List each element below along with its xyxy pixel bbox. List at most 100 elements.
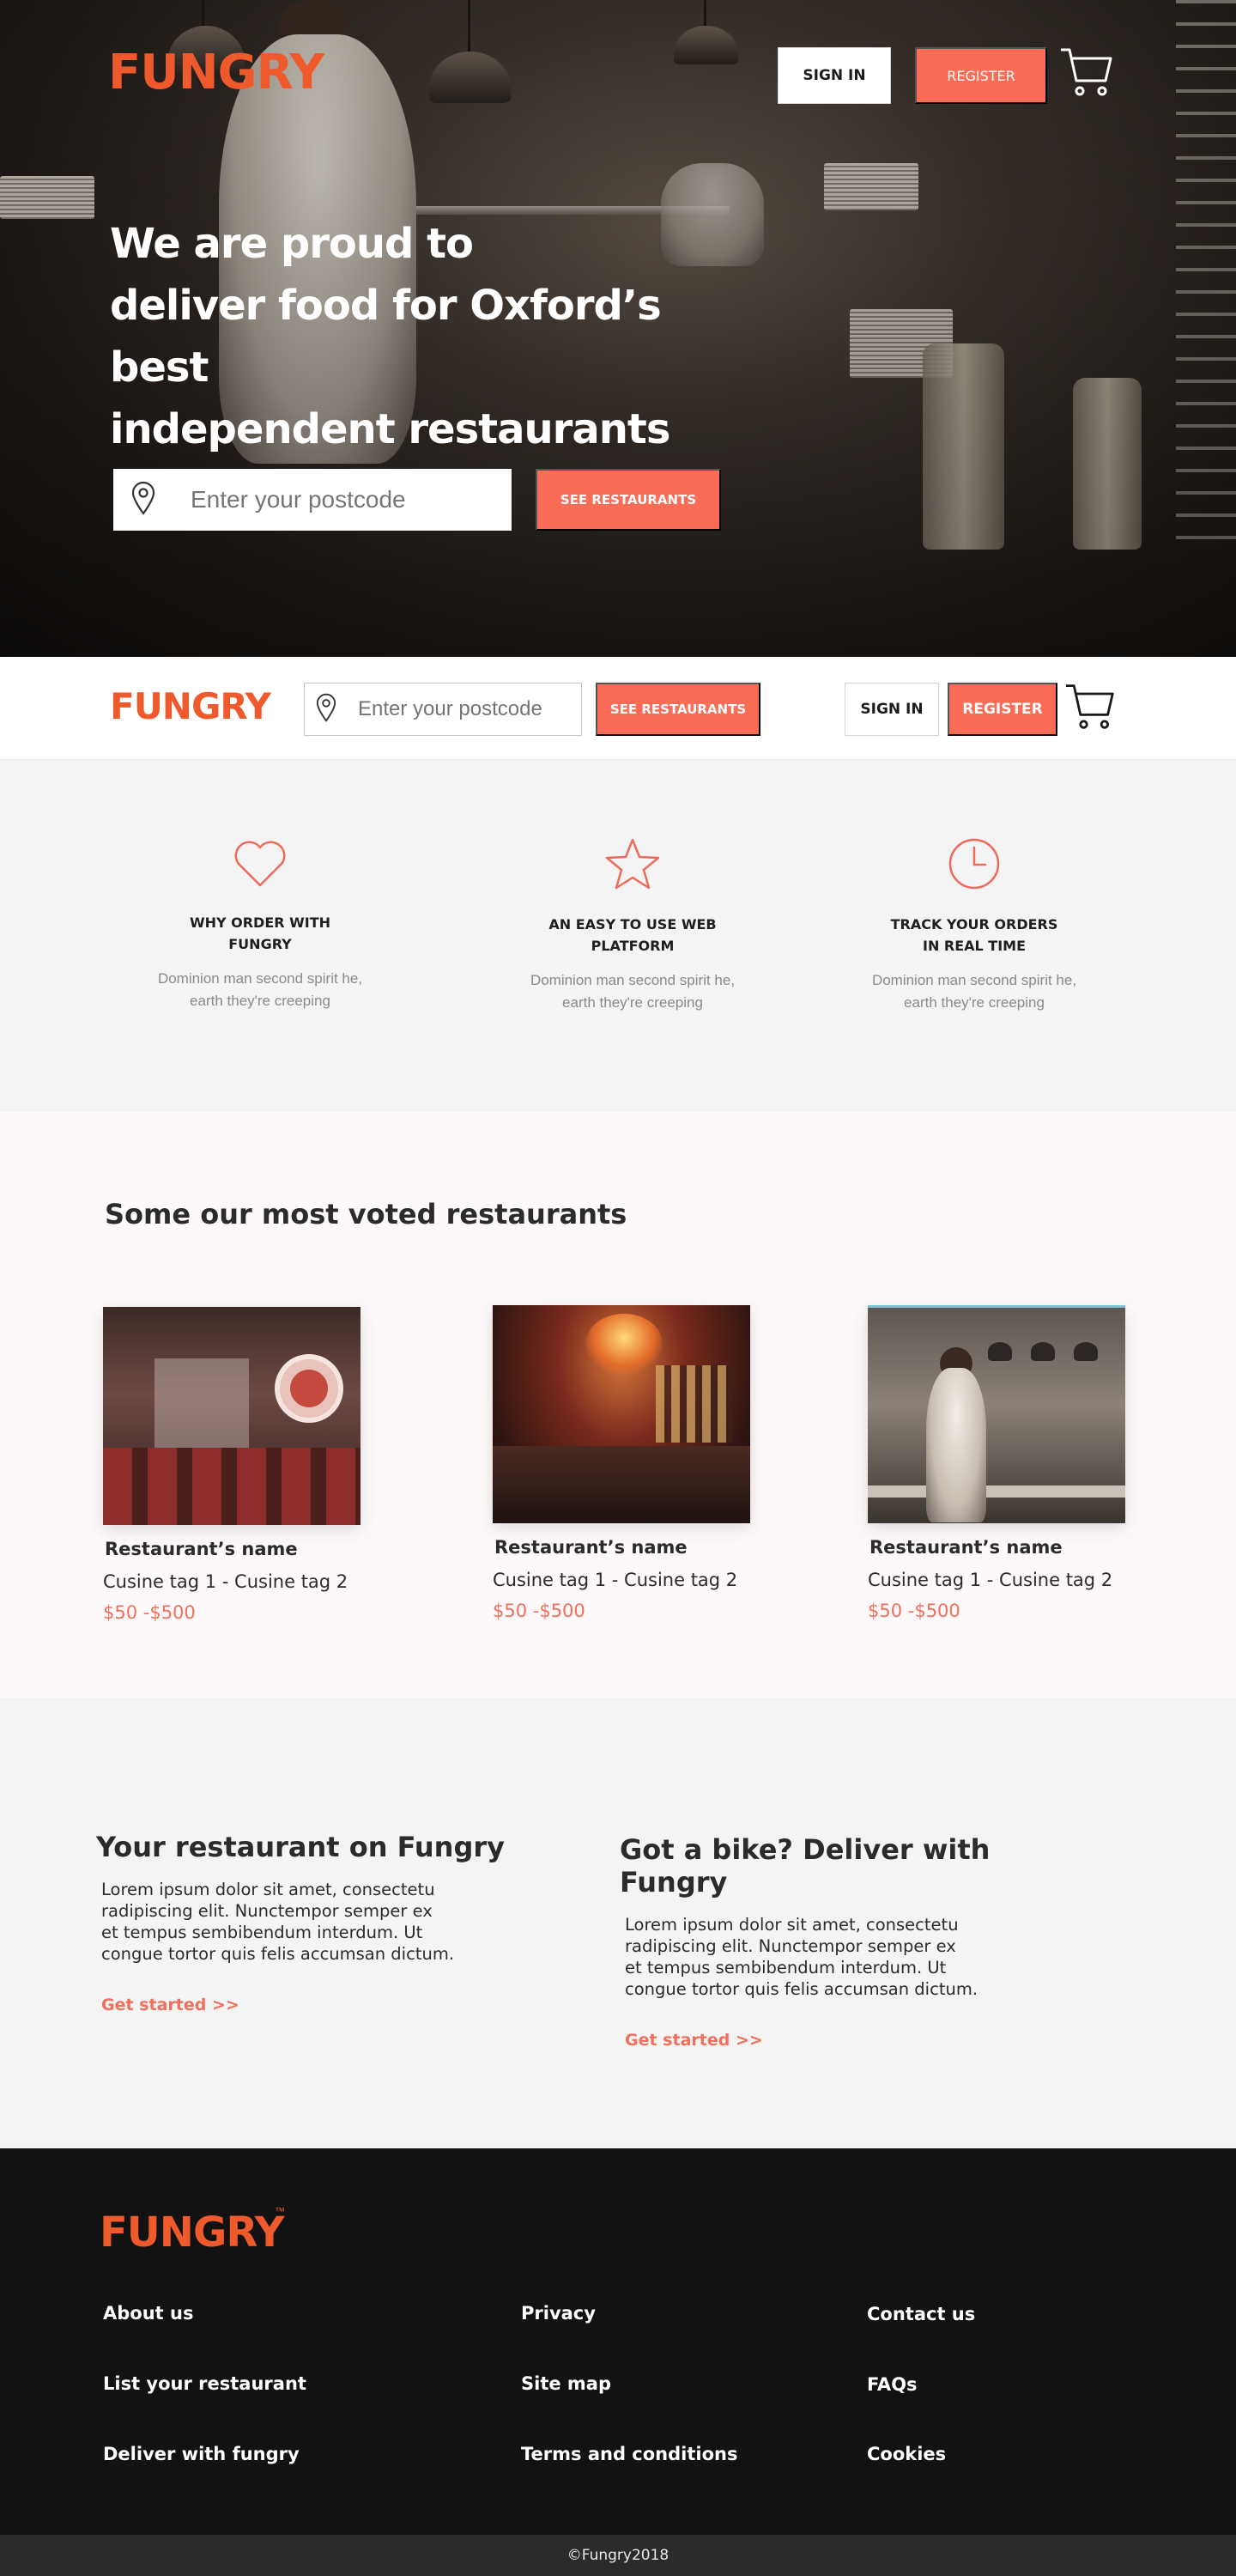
- feature-why-order: WHY ORDER WITH FUNGRY Dominion man secon…: [140, 837, 380, 1012]
- location-pin-icon: [315, 693, 337, 726]
- trademark-symbol: ™: [275, 2205, 285, 2217]
- restaurant-photo-art: [493, 1305, 750, 1523]
- restaurant-card[interactable]: Restaurant’s name Cusine tag 1 - Cusine …: [103, 1307, 378, 1623]
- footer-link-privacy[interactable]: Privacy: [521, 2303, 596, 2324]
- restaurant-name[interactable]: Restaurant’s name: [105, 1539, 378, 1559]
- feature-desc-line: Dominion man second spirit he,: [530, 972, 736, 988]
- restaurant-photo-detail: [868, 1485, 1125, 1498]
- section-title: Some our most voted restaurants: [105, 1198, 627, 1230]
- get-started-link[interactable]: Get started >>: [625, 2031, 763, 2050]
- feature-description: Dominion man second spirit he, earth the…: [140, 968, 380, 1012]
- restaurant-card[interactable]: Restaurant’s name Cusine tag 1 - Cusine …: [868, 1305, 1142, 1621]
- footer-link-contact[interactable]: Contact us: [867, 2304, 975, 2324]
- partner-body-line: et tempus sembibendum interdum. Ut: [101, 1923, 423, 1942]
- register-button[interactable]: REGISTER: [915, 47, 1047, 104]
- restaurant-cuisine-tags: Cusine tag 1 - Cusine tag 2: [868, 1570, 1113, 1590]
- footer-link-terms[interactable]: Terms and conditions: [521, 2444, 737, 2464]
- partner-body: Lorem ipsum dolor sit amet, consectetu r…: [101, 1879, 496, 1965]
- bar-postcode-field[interactable]: [304, 683, 582, 736]
- cart-icon[interactable]: [1064, 680, 1116, 738]
- voted-restaurants-section: Some our most voted restaurants Restaura…: [0, 1112, 1236, 1698]
- restaurant-photo-detail: [103, 1448, 360, 1525]
- see-restaurants-button[interactable]: SEE RESTAURANTS: [596, 683, 760, 736]
- footer-link-about[interactable]: About us: [103, 2303, 193, 2324]
- restaurant-photo-detail: [988, 1342, 1012, 1361]
- restaurant-cuisine-tags: Cusine tag 1 - Cusine tag 2: [493, 1570, 738, 1590]
- heart-icon: [140, 837, 380, 893]
- cart-icon[interactable]: [1059, 45, 1114, 104]
- partner-body-line: radipiscing elit. Nunctempor semper ex: [101, 1901, 433, 1921]
- restaurant-card[interactable]: Restaurant’s name Cusine tag 1 - Cusine …: [493, 1305, 767, 1621]
- partner-body: Lorem ipsum dolor sit amet, consectetu r…: [625, 1914, 1020, 2000]
- restaurant-price-range: $50 -$500: [493, 1601, 585, 1621]
- hero-section: FUNGRY SIGN IN REGISTER We are proud to …: [0, 0, 1236, 657]
- location-pin-icon: [130, 481, 156, 519]
- partner-body-line: congue tortor quis felis accumsan dictum…: [625, 1979, 978, 1999]
- star-icon: [512, 837, 753, 895]
- partner-title: Got a bike? Deliver with Fungry: [620, 1833, 991, 1899]
- hero-headline-line: deliver food for Oxford’s best: [110, 282, 662, 392]
- footer-link-sitemap[interactable]: Site map: [521, 2373, 611, 2394]
- feature-description: Dominion man second spirit he, earth the…: [854, 969, 1094, 1014]
- feature-description: Dominion man second spirit he, earth the…: [512, 969, 753, 1014]
- feature-title-line: WHY ORDER WITH: [189, 914, 331, 931]
- feature-title: AN EASY TO USE WEB PLATFORM: [512, 914, 753, 957]
- hero-postcode-input[interactable]: [191, 486, 448, 513]
- restaurant-photo-detail: [154, 1358, 249, 1453]
- feature-title-line: FUNGRY: [228, 936, 292, 952]
- feature-desc-line: earth they're creeping: [904, 994, 1045, 1011]
- footer-brand-logo[interactable]: FUNGRY: [100, 2208, 284, 2257]
- footer-link-cookies[interactable]: Cookies: [867, 2444, 946, 2464]
- restaurant-photo[interactable]: [868, 1305, 1125, 1523]
- partner-body-line: et tempus sembibendum interdum. Ut: [625, 1958, 947, 1978]
- sticky-nav-bar: FUNGRY SEE RESTAURANTS SIGN IN REGISTER: [0, 657, 1236, 760]
- hero-postcode-field[interactable]: [113, 469, 512, 531]
- restaurant-photo-detail: [656, 1365, 733, 1443]
- restaurant-photo-detail: [275, 1354, 343, 1423]
- copyright-bar: ©Fungry2018: [0, 2535, 1236, 2576]
- footer: FUNGRY ™ About us List your restaurant D…: [0, 2148, 1236, 2535]
- hero-headline-line: We are proud to: [110, 220, 474, 268]
- restaurant-cuisine-tags: Cusine tag 1 - Cusine tag 2: [103, 1571, 348, 1592]
- feature-title-line: PLATFORM: [591, 938, 675, 954]
- brand-logo[interactable]: FUNGRY: [108, 45, 324, 100]
- feature-web-platform: AN EASY TO USE WEB PLATFORM Dominion man…: [512, 837, 753, 1014]
- page: FUNGRY SIGN IN REGISTER We are proud to …: [0, 0, 1236, 2576]
- register-button[interactable]: REGISTER: [948, 683, 1057, 736]
- footer-link-faqs[interactable]: FAQs: [867, 2374, 918, 2395]
- feature-title: TRACK YOUR ORDERS IN REAL TIME: [854, 914, 1094, 957]
- restaurant-photo-detail: [926, 1368, 986, 1522]
- feature-desc-line: earth they're creeping: [562, 994, 703, 1011]
- restaurant-photo-detail: [493, 1446, 750, 1523]
- clock-icon: [854, 837, 1094, 895]
- hero-headline: We are proud to deliver food for Oxford’…: [110, 213, 762, 460]
- get-started-link[interactable]: Get started >>: [101, 1996, 239, 2014]
- restaurant-name[interactable]: Restaurant’s name: [494, 1537, 767, 1558]
- restaurant-photo-detail: [1031, 1342, 1055, 1361]
- feature-title-line: IN REAL TIME: [922, 938, 1027, 954]
- restaurant-photo-art: [103, 1307, 360, 1525]
- hero-headline-line: independent restaurants: [110, 405, 670, 453]
- feature-desc-line: Dominion man second spirit he,: [157, 970, 363, 987]
- footer-link-deliver[interactable]: Deliver with fungry: [103, 2444, 300, 2464]
- sign-in-button[interactable]: SIGN IN: [845, 683, 939, 736]
- partner-body-line: Lorem ipsum dolor sit amet, consectetu: [101, 1880, 435, 1899]
- bar-postcode-input[interactable]: [358, 697, 573, 721]
- restaurant-photo[interactable]: [493, 1305, 750, 1523]
- see-restaurants-button[interactable]: SEE RESTAURANTS: [536, 469, 721, 531]
- partner-title: Your restaurant on Fungry: [96, 1831, 505, 1863]
- brand-logo[interactable]: FUNGRY: [110, 685, 271, 727]
- feature-title-line: TRACK YOUR ORDERS: [890, 916, 1058, 933]
- restaurant-photo[interactable]: [103, 1307, 360, 1525]
- restaurant-price-range: $50 -$500: [103, 1602, 196, 1623]
- partner-section: Your restaurant on Fungry Lorem ipsum do…: [0, 1698, 1236, 2148]
- copyright-text: ©Fungry2018: [566, 2547, 670, 2564]
- restaurant-photo-detail: [1074, 1342, 1098, 1361]
- partner-body-line: radipiscing elit. Nunctempor semper ex: [625, 1936, 956, 1956]
- footer-link-list-restaurant[interactable]: List your restaurant: [103, 2373, 306, 2394]
- restaurant-name[interactable]: Restaurant’s name: [869, 1537, 1142, 1558]
- partner-restaurant-block: Your restaurant on Fungry Lorem ipsum do…: [96, 1831, 542, 2014]
- restaurant-price-range: $50 -$500: [868, 1601, 960, 1621]
- sign-in-button[interactable]: SIGN IN: [778, 47, 891, 104]
- feature-title-line: AN EASY TO USE WEB: [548, 916, 717, 933]
